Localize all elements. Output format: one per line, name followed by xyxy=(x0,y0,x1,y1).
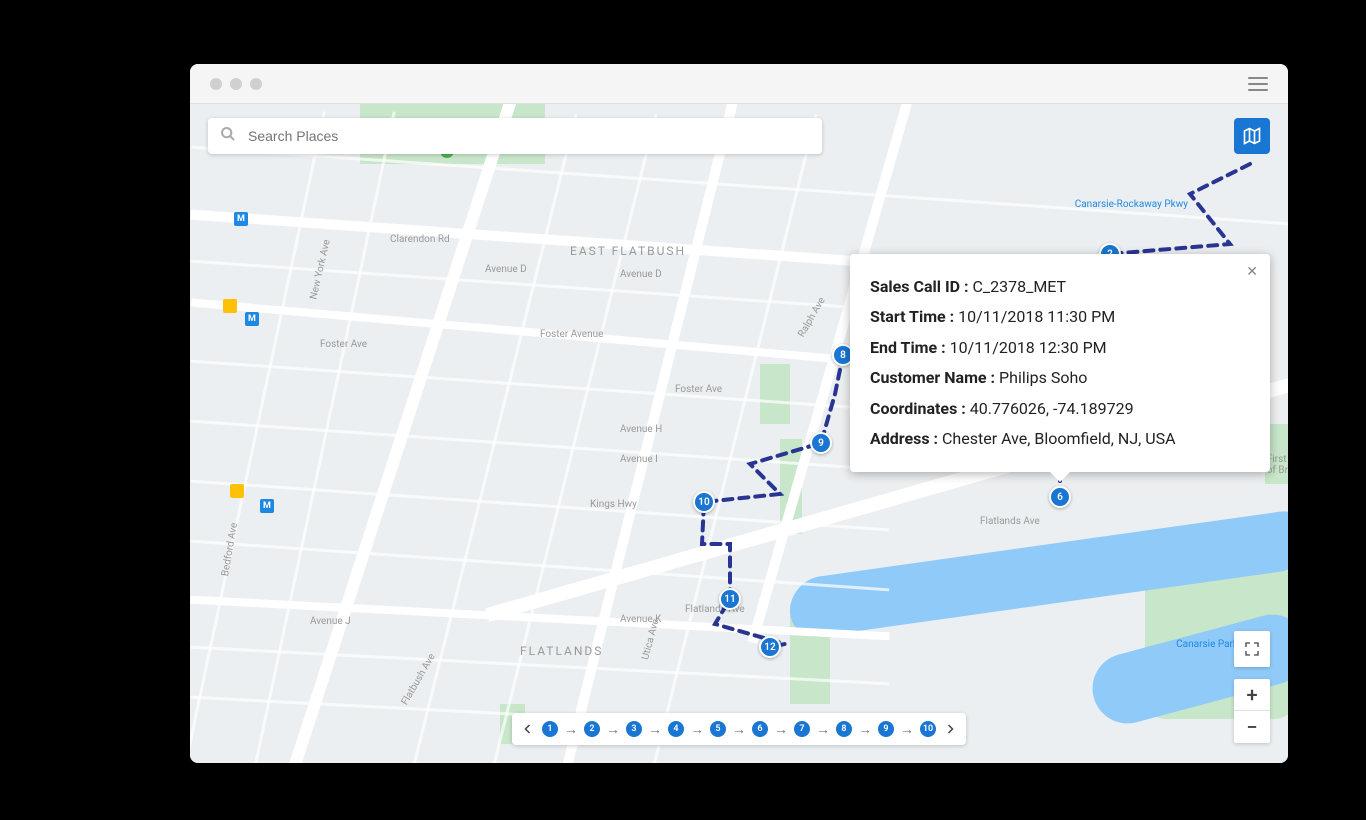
arrow-right-icon: → xyxy=(690,721,704,738)
strip-prev-button[interactable] xyxy=(520,720,536,739)
info-label: Coordinates : xyxy=(870,399,970,418)
road-label: Avenue H xyxy=(620,424,662,435)
map-controls: + − xyxy=(1234,631,1270,743)
arrow-right-icon: → xyxy=(900,721,914,738)
transit-icon: M xyxy=(245,312,259,326)
info-window-tail xyxy=(1050,472,1070,482)
road-label: Avenue D xyxy=(620,269,662,280)
traffic-light-close[interactable] xyxy=(210,78,222,90)
info-value: 10/11/2018 12:30 PM xyxy=(950,338,1107,357)
info-value: Chester Ave, Bloomfield, NJ, USA xyxy=(942,429,1176,448)
road-label: Foster Ave xyxy=(320,339,367,350)
strip-marker-8[interactable]: 8 xyxy=(834,719,854,739)
info-row: End Time : 10/11/2018 12:30 PM xyxy=(870,333,1250,363)
info-label: Customer Name : xyxy=(870,368,999,387)
arrow-right-icon: → xyxy=(774,721,788,738)
road-label: Foster Avenue xyxy=(540,329,603,340)
info-label: End Time : xyxy=(870,338,950,357)
route-marker-11[interactable]: 11 xyxy=(719,588,741,610)
arrow-right-icon: → xyxy=(564,721,578,738)
info-label: Start Time : xyxy=(870,307,958,326)
fullscreen-icon xyxy=(1244,641,1260,657)
info-value: C_2378_MET xyxy=(973,277,1067,296)
info-label: Address : xyxy=(870,429,942,448)
info-window: ✕ Sales Call ID : C_2378_METStart Time :… xyxy=(850,254,1270,472)
strip-marker-5[interactable]: 5 xyxy=(708,719,728,739)
chevron-right-icon xyxy=(944,723,956,735)
route-strip: 1→2→3→4→5→6→7→8→9→10 xyxy=(512,713,966,745)
traffic-lights xyxy=(210,78,262,90)
chevron-left-icon xyxy=(522,723,534,735)
search-icon xyxy=(220,126,236,146)
search-input[interactable] xyxy=(248,128,810,144)
road-label: Avenue D xyxy=(485,264,527,275)
road-label: Avenue J xyxy=(310,616,351,627)
arrow-right-icon: → xyxy=(732,721,746,738)
info-row: Customer Name : Philips Soho xyxy=(870,363,1250,393)
info-value: 10/11/2018 11:30 PM xyxy=(958,307,1115,326)
road-label: Foster Ave xyxy=(675,384,722,395)
strip-marker-9[interactable]: 9 xyxy=(876,719,896,739)
road-label: Kings Hwy xyxy=(590,499,637,510)
road-label: Bedford Ave xyxy=(220,522,240,577)
zoom-in-button[interactable]: + xyxy=(1234,679,1270,711)
info-row: Start Time : 10/11/2018 11:30 PM xyxy=(870,302,1250,332)
zoom-controls: + − xyxy=(1234,679,1270,743)
strip-next-button[interactable] xyxy=(942,720,958,739)
route-marker-10[interactable]: 10 xyxy=(693,491,715,513)
hamburger-menu-icon[interactable] xyxy=(1248,77,1268,91)
fullscreen-button[interactable] xyxy=(1234,631,1270,667)
route-marker-9[interactable]: 9 xyxy=(810,432,832,454)
traffic-light-min[interactable] xyxy=(230,78,242,90)
route-marker-6[interactable]: 6 xyxy=(1049,486,1071,508)
road-label: Avenue I xyxy=(620,454,658,465)
arrow-right-icon: → xyxy=(606,721,620,738)
strip-marker-2[interactable]: 2 xyxy=(582,719,602,739)
strip-marker-10[interactable]: 10 xyxy=(918,719,938,739)
browser-chrome xyxy=(190,64,1288,104)
info-label: Sales Call ID : xyxy=(870,277,973,296)
strip-marker-1[interactable]: 1 xyxy=(540,719,560,739)
map-canvas[interactable]: M M M Clarendon Rd Avenue D Avenue D Foster… xyxy=(190,104,1288,763)
info-value: Philips Soho xyxy=(999,368,1087,387)
transit-icon: M xyxy=(260,499,274,513)
traffic-light-max[interactable] xyxy=(250,78,262,90)
zoom-out-button[interactable]: − xyxy=(1234,711,1270,743)
bus-icon xyxy=(223,299,237,313)
strip-marker-3[interactable]: 3 xyxy=(624,719,644,739)
district-label: EAST FLATBUSH xyxy=(570,244,686,258)
strip-marker-7[interactable]: 7 xyxy=(792,719,812,739)
info-value: 40.776026, -74.189729 xyxy=(970,399,1134,418)
road-label: Flatlands Ave xyxy=(980,516,1040,527)
info-row: Sales Call ID : C_2378_MET xyxy=(870,272,1250,302)
bus-icon xyxy=(230,484,244,498)
poi-label: Canarsie-Rockaway Pkwy xyxy=(1075,199,1188,210)
district-label: FLATLANDS xyxy=(520,644,603,658)
search-box xyxy=(208,118,822,154)
poi-label: Canarsie Park xyxy=(1176,639,1238,650)
road-label: Clarendon Rd xyxy=(390,234,450,245)
strip-marker-6[interactable]: 6 xyxy=(750,719,770,739)
browser-window: M M M Clarendon Rd Avenue D Avenue D Foster… xyxy=(190,64,1288,763)
arrow-right-icon: → xyxy=(648,721,662,738)
close-icon[interactable]: ✕ xyxy=(1246,264,1258,280)
arrow-right-icon: → xyxy=(816,721,830,738)
info-row: Coordinates : 40.776026, -74.189729 xyxy=(870,394,1250,424)
route-marker-12[interactable]: 12 xyxy=(759,636,781,658)
info-row: Address : Chester Ave, Bloomfield, NJ, U… xyxy=(870,424,1250,454)
map-icon xyxy=(1242,126,1262,146)
transit-icon: M xyxy=(234,212,248,226)
strip-marker-4[interactable]: 4 xyxy=(666,719,686,739)
arrow-right-icon: → xyxy=(858,721,872,738)
map-layers-button[interactable] xyxy=(1234,118,1270,154)
